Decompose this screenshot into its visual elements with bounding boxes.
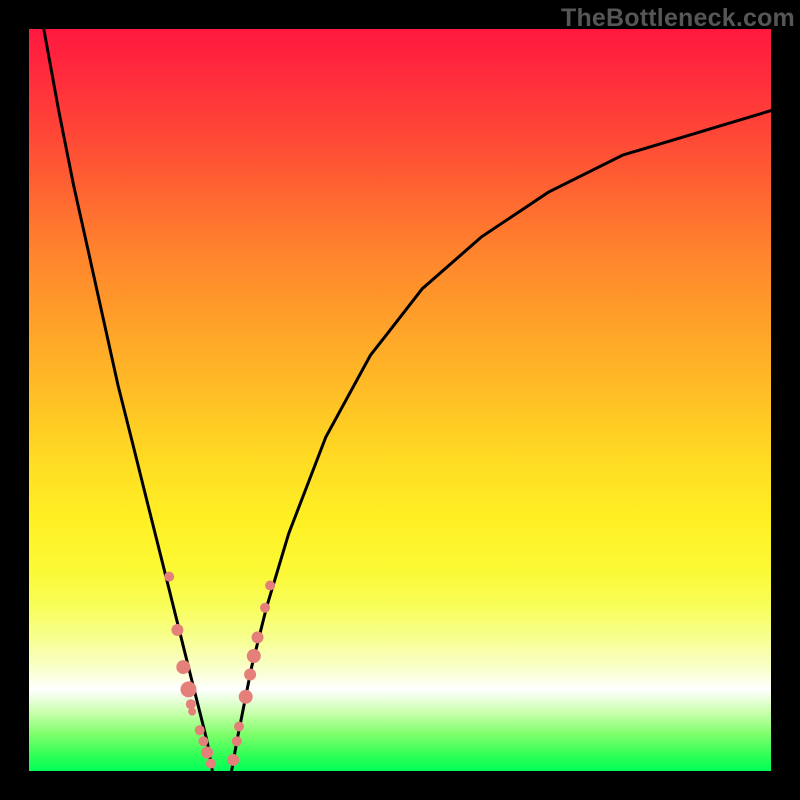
curve-right-arm [232,111,771,771]
curve-left-arm [44,29,213,771]
marker-dot [227,754,239,766]
marker-dot [206,759,216,769]
data-point-markers [164,572,275,769]
marker-dot [201,747,213,759]
marker-dot [252,631,264,643]
marker-dot [181,681,197,697]
marker-dot [198,736,208,746]
chart-frame: TheBottleneck.com [0,0,800,800]
marker-dot [234,722,244,732]
marker-dot [164,572,174,582]
marker-dot [176,660,190,674]
chart-overlay-svg [0,0,800,800]
marker-dot [195,725,205,735]
marker-dot [188,708,196,716]
marker-dot [265,581,275,591]
watermark-text: TheBottleneck.com [561,4,795,33]
marker-dot [239,690,253,704]
marker-dot [186,699,196,709]
marker-dot [247,649,261,663]
bottleneck-curves [44,29,771,771]
marker-dot [171,624,183,636]
marker-dot [232,736,242,746]
marker-dot [260,603,270,613]
marker-dot [244,669,256,681]
